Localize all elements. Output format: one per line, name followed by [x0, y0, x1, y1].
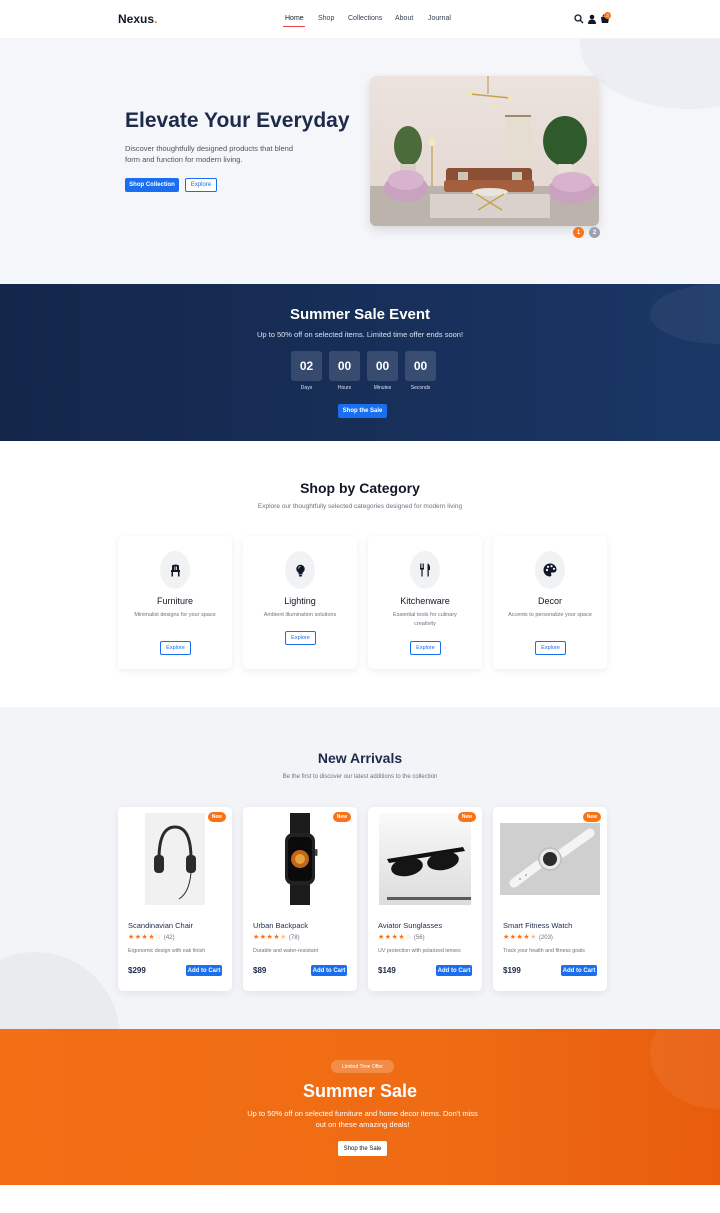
limited-time-badge: Limited Time Offer: [331, 1060, 394, 1073]
product-rating: ★★★★☆ (56): [378, 934, 425, 941]
category-explore-button[interactable]: Explore: [410, 641, 441, 655]
product-price: $199: [503, 966, 521, 975]
product-description: UV protection with polarized lenses: [378, 948, 461, 954]
nav-link-shop[interactable]: Shop: [318, 15, 334, 22]
decorative-circle: [580, 39, 720, 109]
add-to-cart-button[interactable]: Add to Cart: [186, 965, 222, 976]
add-to-cart-button[interactable]: Add to Cart: [311, 965, 347, 976]
product-image-smartwatch[interactable]: [243, 807, 357, 911]
category-card-furniture[interactable]: Furniture Minimalist designs for your sp…: [118, 536, 232, 669]
explore-button[interactable]: Explore: [185, 178, 217, 192]
countdown-seconds-value: 00: [405, 351, 436, 381]
new-badge: New: [457, 812, 476, 822]
product-description: Ergonomic design with oak finish: [128, 948, 206, 954]
new-badge: New: [582, 812, 601, 822]
product-price: $149: [378, 966, 396, 975]
product-image-sunglasses[interactable]: [368, 807, 482, 911]
brand-logo[interactable]: Nexus.: [118, 12, 157, 26]
add-to-cart-button[interactable]: Add to Cart: [561, 965, 597, 976]
countdown-seconds-label: Seconds: [410, 385, 431, 391]
new-arrivals-title: New Arrivals: [317, 750, 403, 766]
product-price: $89: [253, 966, 267, 975]
hero-section: Elevate Your Everyday Discover thoughtfu…: [0, 39, 720, 284]
search-icon[interactable]: [574, 14, 584, 24]
hero-image-living-room: [370, 76, 599, 226]
countdown-days-label: Days: [300, 385, 313, 391]
category-name: Kitchenware: [400, 596, 450, 606]
countdown-days-value: 02: [291, 351, 322, 381]
summer-sale-title: Summer Sale: [302, 1081, 418, 1101]
active-nav-indicator: [283, 26, 305, 27]
review-count: (78): [288, 935, 300, 941]
slide-dot-1[interactable]: 1: [573, 227, 584, 238]
palette-icon: [535, 551, 565, 589]
chair-icon: [160, 551, 190, 589]
category-explore-button[interactable]: Explore: [285, 631, 316, 645]
cart-count-badge: 3: [604, 12, 611, 19]
product-card[interactable]: New Urban Backpack ★★★★★ (78) Durable and…: [243, 807, 357, 991]
new-arrivals-subtitle: Be the first to discover our latest addi…: [282, 774, 438, 780]
category-card-kitchenware[interactable]: Kitchenware Essential tools for culinary…: [368, 536, 482, 669]
product-rating: ★★★★★ (203): [503, 934, 553, 941]
add-to-cart-button[interactable]: Add to Cart: [436, 965, 472, 976]
summer-sale-description: Up to 50% off on selected furniture and …: [247, 1109, 478, 1129]
nav-link-journal[interactable]: Journal: [428, 15, 451, 22]
product-rating: ★★★★★ (78): [253, 934, 300, 941]
category-card-lighting[interactable]: Lighting Ambient illumination solutions …: [243, 536, 357, 669]
summer-sale-section: Limited Time Offer Summer Sale Up to 50%…: [0, 1029, 720, 1185]
product-name[interactable]: Scandinavian Chair: [128, 921, 193, 930]
shop-collection-button[interactable]: Shop Collection: [125, 178, 179, 192]
product-description: Durable and water-resistant: [253, 948, 319, 954]
countdown-minutes-label: Minutes: [373, 385, 392, 391]
product-price: $299: [128, 966, 146, 975]
product-image-headphones[interactable]: [118, 807, 232, 911]
category-description: Accents to personalize your space: [508, 612, 592, 618]
category-name: Lighting: [284, 596, 316, 606]
category-description: Essential tools for culinary creativity: [393, 612, 457, 627]
category-explore-button[interactable]: Explore: [535, 641, 566, 655]
sale-event-subtitle: Up to 50% off on selected items. Limited…: [256, 330, 464, 339]
product-name[interactable]: Aviator Sunglasses: [378, 921, 442, 930]
category-card-decor[interactable]: Decor Accents to personalize your space …: [493, 536, 607, 669]
user-icon[interactable]: [587, 14, 597, 24]
category-name: Furniture: [156, 596, 193, 606]
product-description: Track your health and fitness goals: [503, 948, 585, 954]
new-badge: New: [332, 812, 351, 822]
slide-dot-2[interactable]: 2: [589, 227, 600, 238]
utensils-icon: [410, 551, 440, 589]
sale-event-title: Summer Sale Event: [289, 306, 431, 323]
decorative-circle: [0, 952, 120, 1029]
lightbulb-icon: [285, 551, 315, 589]
summer-shop-sale-button[interactable]: Shop the Sale: [338, 1141, 387, 1156]
new-badge: New: [207, 812, 226, 822]
new-arrivals-section: New Arrivals Be the first to discover ou…: [0, 707, 720, 1029]
product-card[interactable]: New Aviator Sunglasses ★★★★☆ (56) UV prot…: [368, 807, 482, 991]
top-navbar: Nexus. Home Shop Collections About Journ…: [0, 0, 720, 39]
product-card[interactable]: New Scandinavian Chair ★★★★☆ (42) Ergonom…: [118, 807, 232, 991]
nav-link-collections[interactable]: Collections: [348, 15, 382, 22]
product-image-fitness-watch[interactable]: [493, 807, 607, 911]
product-rating: ★★★★☆ (42): [128, 934, 175, 941]
review-count: (42): [163, 935, 175, 941]
product-card[interactable]: New Smart Fitness Watch ★★★★★ (203) Track…: [493, 807, 607, 991]
countdown-hours-label: Hours: [337, 385, 352, 391]
review-count: (56): [413, 935, 425, 941]
shop-the-sale-button[interactable]: Shop the Sale: [338, 404, 387, 418]
category-section-title: Shop by Category: [300, 480, 420, 496]
product-name[interactable]: Smart Fitness Watch: [503, 921, 572, 930]
product-name[interactable]: Urban Backpack: [253, 921, 308, 930]
sale-event-section: Summer Sale Event Up to 50% off on selec…: [0, 284, 720, 441]
review-count: (203): [538, 935, 553, 941]
nav-link-home[interactable]: Home: [285, 15, 304, 22]
category-description: Ambient illumination solutions: [263, 612, 337, 618]
category-name: Decor: [537, 596, 562, 606]
nav-link-about[interactable]: About: [395, 15, 413, 22]
countdown-minutes-value: 00: [367, 351, 398, 381]
category-explore-button[interactable]: Explore: [160, 641, 191, 655]
hero-description: Discover thoughtfully designed products …: [125, 144, 294, 164]
countdown-hours-value: 00: [329, 351, 360, 381]
hero-title: Elevate Your Everyday: [125, 109, 350, 132]
category-section-subtitle: Explore our thoughtfully selected catego…: [257, 503, 463, 510]
category-description: Minimalist designs for your space: [134, 612, 216, 618]
